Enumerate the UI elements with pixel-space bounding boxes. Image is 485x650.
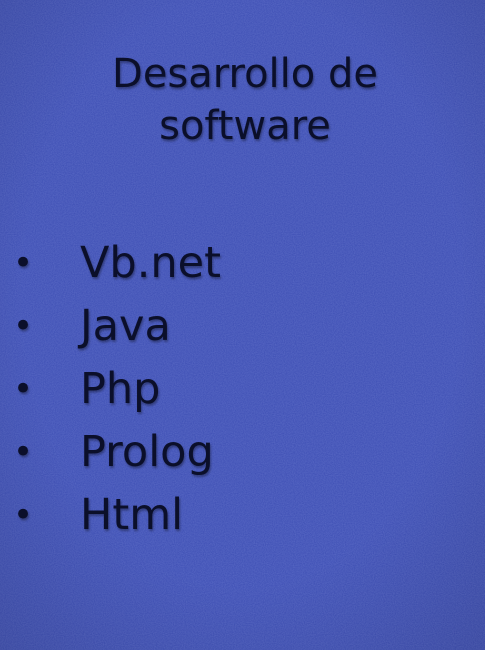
list-item-label: Vb.net [80, 238, 221, 288]
list-item-label: Prolog [80, 427, 214, 477]
list-item: • Html [0, 486, 485, 549]
list-item-label: Php [80, 364, 161, 414]
bullet-list: • Vb.net • Java • Php • Prolog • Html [0, 234, 485, 549]
bullet-icon: • [13, 306, 34, 346]
bullet-icon: • [13, 495, 34, 535]
list-item: • Vb.net [0, 234, 485, 297]
bullet-icon: • [13, 432, 34, 472]
list-item: • Prolog [0, 423, 485, 486]
bullet-icon: • [13, 243, 34, 283]
bullet-icon: • [13, 369, 34, 409]
slide-title-line-1: Desarrollo de [112, 51, 378, 97]
slide: Desarrollo de software • Vb.net • Java •… [0, 0, 485, 650]
slide-title: Desarrollo de software [20, 48, 470, 152]
list-item-label: Java [80, 301, 171, 351]
slide-title-line-2: software [159, 103, 331, 149]
list-item: • Php [0, 360, 485, 423]
list-item-label: Html [80, 490, 184, 540]
list-item: • Java [0, 297, 485, 360]
